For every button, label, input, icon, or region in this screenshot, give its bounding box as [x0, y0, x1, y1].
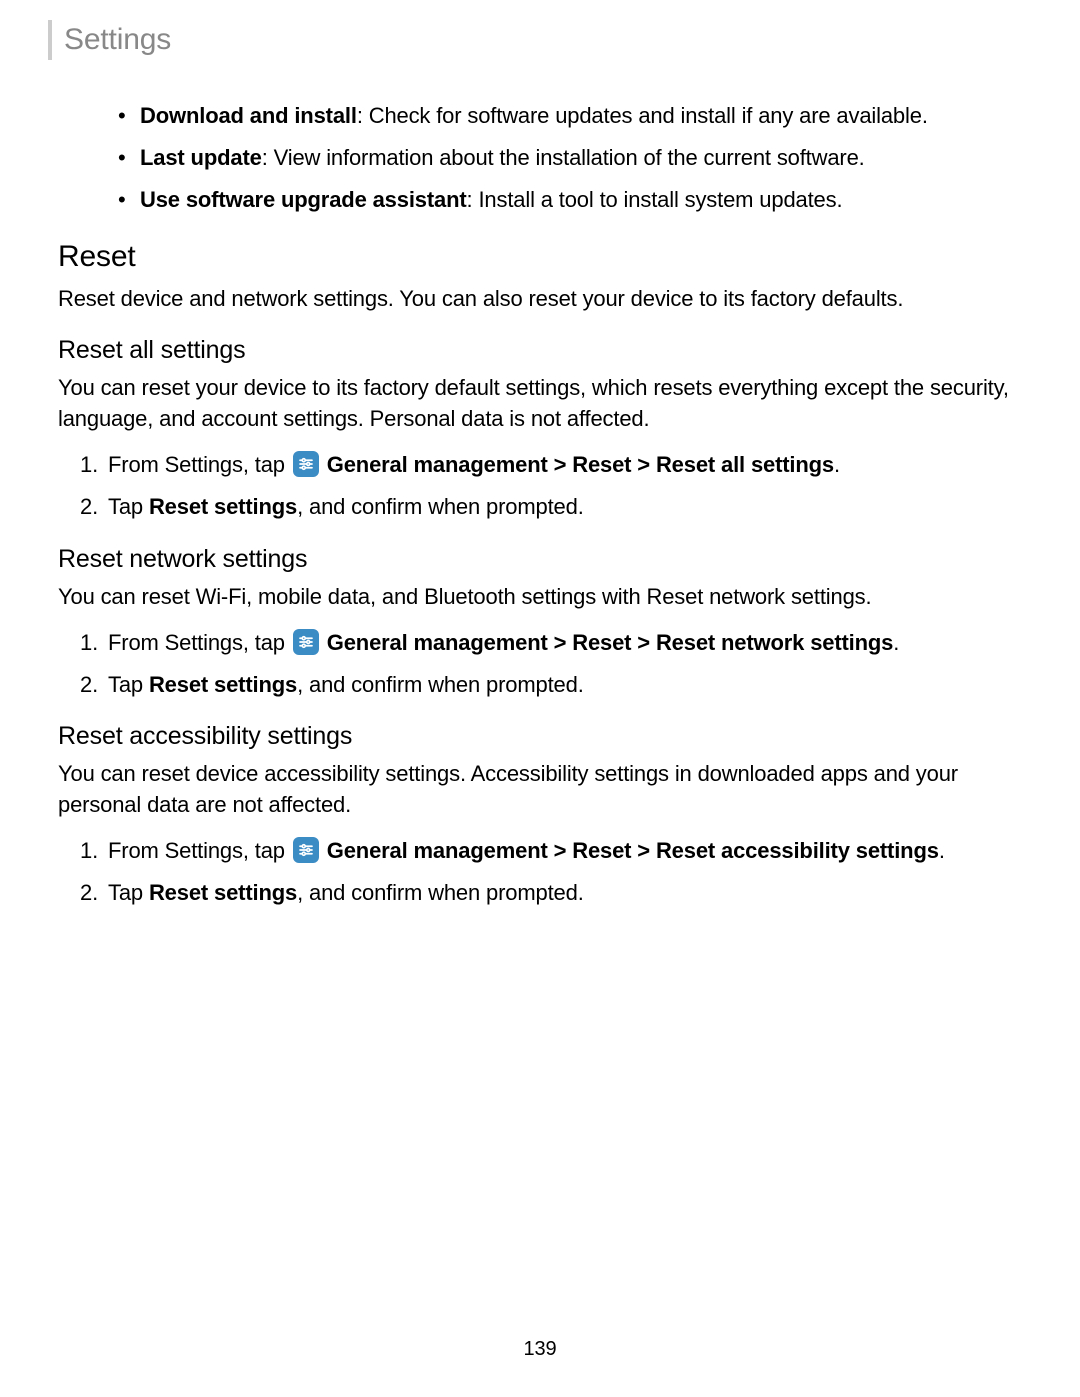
step-bold: General management > Reset > Reset all s… [327, 452, 834, 477]
reset-all-intro: You can reset your device to its factory… [58, 373, 1022, 435]
list-item: From Settings, tap General management > … [108, 835, 1022, 867]
reset-accessibility-intro: You can reset device accessibility setti… [58, 759, 1022, 821]
bullet-bold: Use software upgrade assistant [140, 187, 467, 212]
step-bold: Reset settings [149, 494, 297, 519]
header-title: Settings [64, 23, 171, 57]
bullet-bold: Download and install [140, 103, 357, 128]
software-update-bullets: Download and install: Check for software… [58, 100, 1022, 216]
page-header: Settings [48, 20, 171, 60]
list-item: Tap Reset settings, and confirm when pro… [108, 877, 1022, 909]
list-item: From Settings, tap General management > … [108, 449, 1022, 481]
step-post: , and confirm when prompted. [297, 672, 584, 697]
bullet-text: : Install a tool to install system updat… [467, 187, 843, 212]
list-item: From Settings, tap General management > … [108, 627, 1022, 659]
bullet-bold: Last update [140, 145, 262, 170]
general-management-icon [293, 837, 319, 863]
step-bold: General management > Reset > Reset netwo… [327, 630, 894, 655]
bullet-text: : Check for software updates and install… [357, 103, 928, 128]
page-content: Download and install: Check for software… [58, 100, 1022, 919]
general-management-icon [293, 629, 319, 655]
step-bold: Reset settings [149, 672, 297, 697]
step-pre: Tap [108, 880, 149, 905]
reset-intro: Reset device and network settings. You c… [58, 284, 1022, 315]
step-pre: From Settings, tap [108, 630, 291, 655]
reset-network-intro: You can reset Wi-Fi, mobile data, and Bl… [58, 582, 1022, 613]
general-management-icon [293, 451, 319, 477]
step-post: . [893, 630, 899, 655]
reset-accessibility-steps: From Settings, tap General management > … [58, 835, 1022, 909]
reset-heading: Reset [58, 240, 1022, 274]
bullet-text: : View information about the installatio… [262, 145, 865, 170]
page-number: 139 [0, 1338, 1080, 1361]
step-pre: Tap [108, 494, 149, 519]
header-accent-bar [48, 20, 52, 60]
reset-all-steps: From Settings, tap General management > … [58, 449, 1022, 523]
step-pre: From Settings, tap [108, 452, 291, 477]
reset-accessibility-heading: Reset accessibility settings [58, 722, 1022, 751]
step-post: . [939, 838, 945, 863]
step-bold: General management > Reset > Reset acces… [327, 838, 939, 863]
step-post: . [834, 452, 840, 477]
reset-all-heading: Reset all settings [58, 336, 1022, 365]
step-post: , and confirm when prompted. [297, 880, 584, 905]
reset-network-heading: Reset network settings [58, 545, 1022, 574]
list-item: Tap Reset settings, and confirm when pro… [108, 669, 1022, 701]
step-pre: From Settings, tap [108, 838, 291, 863]
list-item: Use software upgrade assistant: Install … [140, 184, 1022, 216]
step-post: , and confirm when prompted. [297, 494, 584, 519]
reset-network-steps: From Settings, tap General management > … [58, 627, 1022, 701]
step-bold: Reset settings [149, 880, 297, 905]
step-pre: Tap [108, 672, 149, 697]
list-item: Tap Reset settings, and confirm when pro… [108, 491, 1022, 523]
list-item: Download and install: Check for software… [140, 100, 1022, 132]
list-item: Last update: View information about the … [140, 142, 1022, 174]
